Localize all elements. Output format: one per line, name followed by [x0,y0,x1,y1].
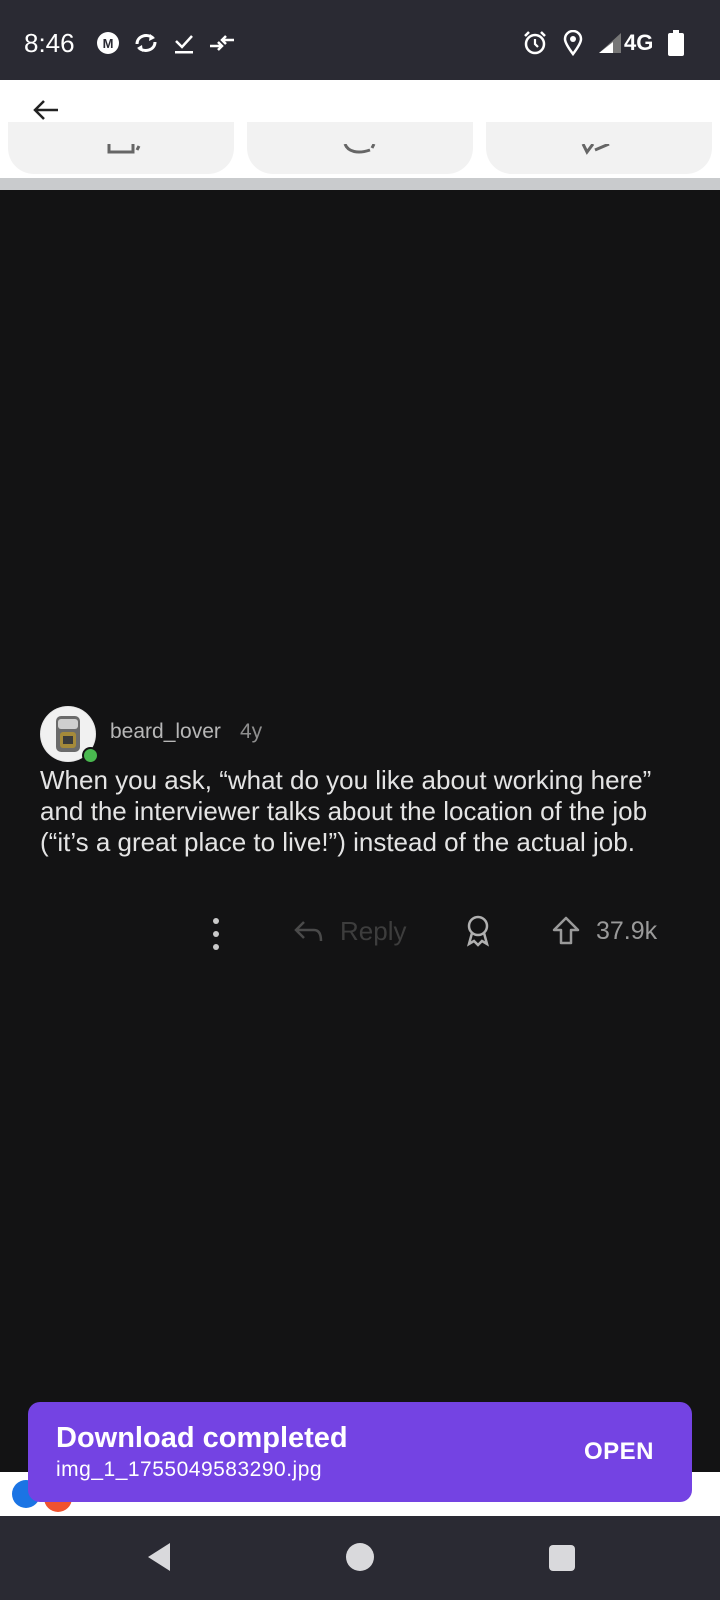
comment-username: beard_lover [110,720,221,743]
arrows-icon [208,30,236,56]
battery-icon [668,30,684,56]
location-icon [562,30,584,56]
alarm-icon [522,30,548,56]
share-tab-button[interactable] [486,122,712,174]
divider [0,178,720,190]
upvote-tab-icon [107,144,141,154]
comment-text: When you ask, “what do you like about wo… [40,765,652,857]
toast-title: Download completed [56,1422,348,1454]
upvote-tab-button[interactable] [8,122,234,174]
comment-age: 4y [240,720,263,743]
download-done-icon [173,30,195,56]
vote-count: 37.9k [596,917,658,945]
reply-icon [292,917,324,952]
svg-text:M: M [103,36,114,51]
nav-back-button[interactable] [144,1540,174,1579]
nav-home-button[interactable] [346,1543,374,1571]
nav-recents-button[interactable] [549,1545,575,1571]
triangle-back-icon [148,1543,170,1571]
post-action-row [0,122,720,178]
comment-tab-icon [343,144,376,154]
online-status-dot [82,747,99,764]
toast-filename: img_1_1755049583290.jpg [56,1458,323,1481]
signal-icon [597,30,623,56]
more-options-icon [203,918,229,950]
mail-badge-icon: M [96,30,120,56]
share-tab-icon [581,144,610,155]
comment-tab-button[interactable] [247,122,473,174]
reply-label: Reply [340,916,407,946]
upvote-icon [550,915,582,952]
award-icon [463,914,493,953]
open-button[interactable]: OPEN [584,1438,654,1466]
download-toast: Download completed img_1_1755049583290.j… [28,1402,692,1502]
clock: 8:46 [24,28,75,58]
sync-icon [133,30,159,56]
status-bar: 8:46 M 4G [0,0,720,80]
network-type: 4G [624,30,654,55]
